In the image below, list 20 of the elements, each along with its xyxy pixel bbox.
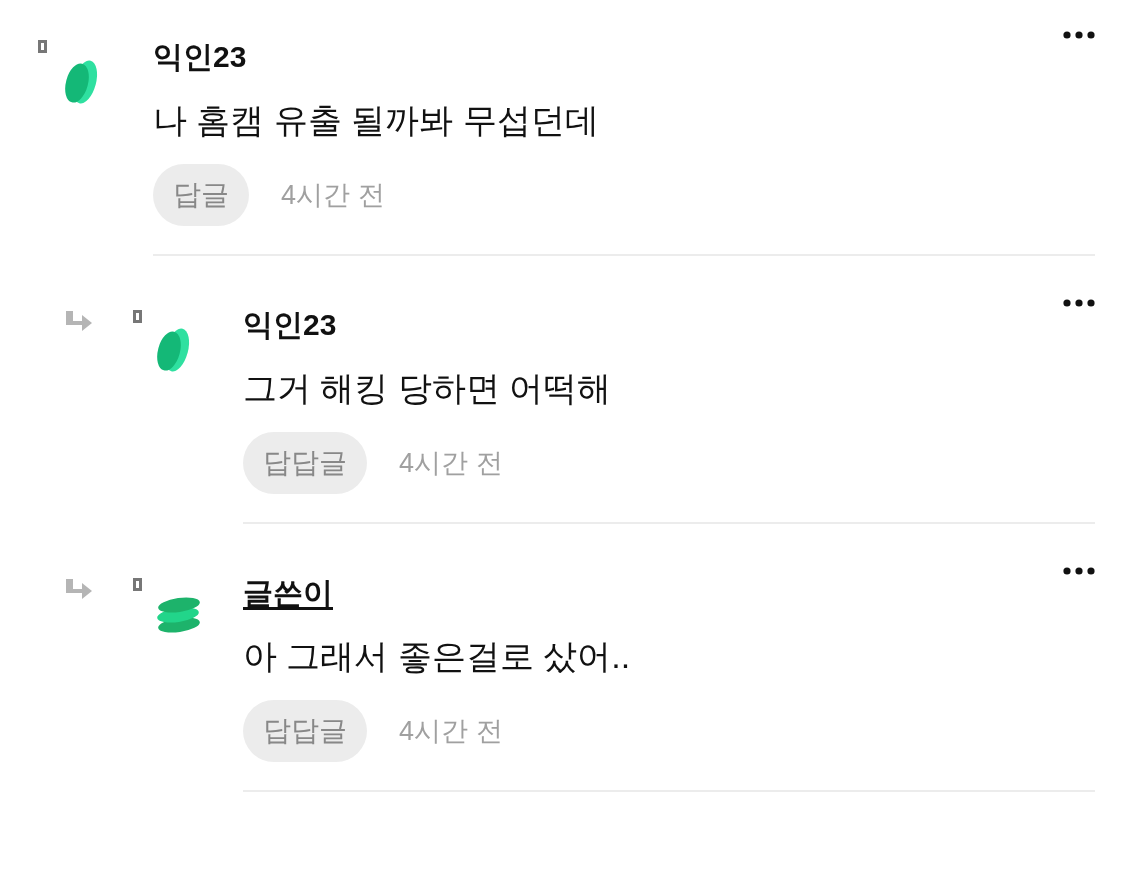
timestamp: 4시간 전	[399, 446, 503, 480]
avatar-icon	[155, 596, 201, 634]
comment-text: 아 그래서 좋은걸로 샀어..	[243, 636, 632, 677]
marker-icon	[38, 40, 47, 53]
more-icon[interactable]	[1063, 299, 1095, 307]
author-name[interactable]: 글쓴이	[243, 578, 333, 608]
reply-arrow-icon	[65, 578, 93, 600]
more-icon[interactable]	[1063, 31, 1095, 39]
timestamp: 4시간 전	[281, 178, 385, 212]
avatar-icon	[155, 328, 191, 374]
more-icon[interactable]	[1063, 567, 1095, 575]
comment-text: 나 홈캠 유출 될까봐 무섭던데	[153, 100, 600, 141]
author-name[interactable]: 익인23	[243, 310, 337, 340]
marker-icon	[133, 578, 142, 591]
timestamp: 4시간 전	[399, 714, 503, 748]
author-name[interactable]: 익인23	[153, 42, 247, 72]
avatar-icon	[63, 60, 99, 106]
comment-text: 그거 해킹 당하면 어떡해	[243, 368, 613, 409]
marker-icon	[133, 310, 142, 323]
reply-arrow-icon	[65, 310, 93, 332]
